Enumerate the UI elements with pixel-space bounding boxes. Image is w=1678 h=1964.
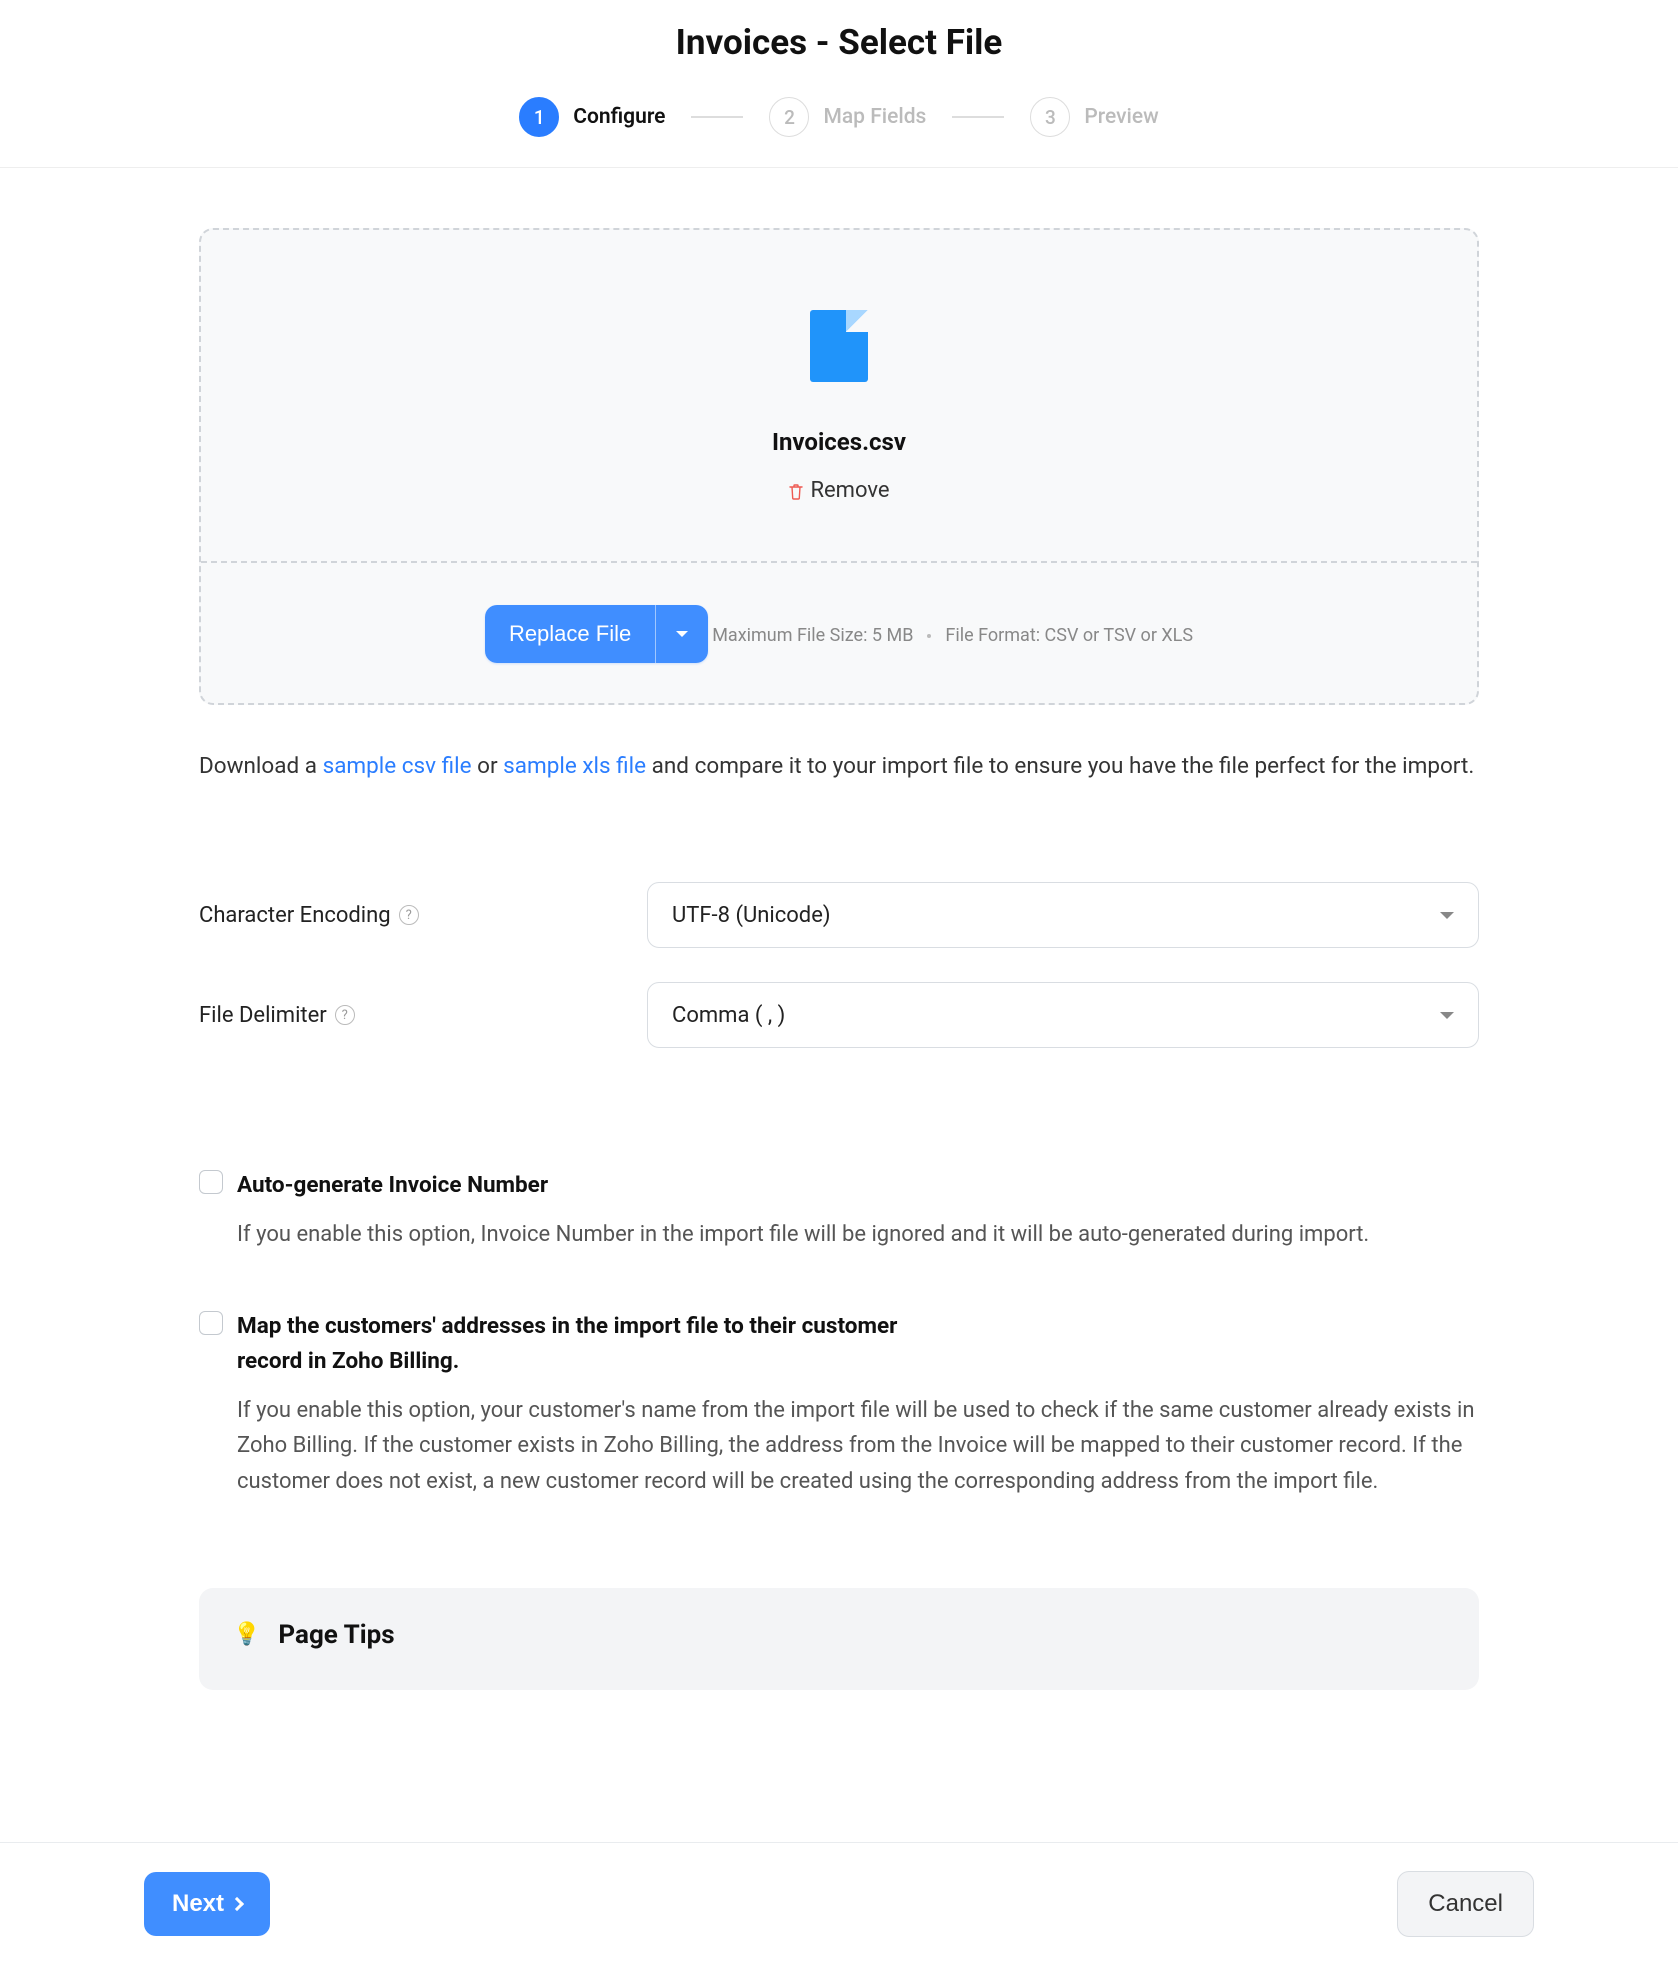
map-address-desc: If you enable this option, your customer… [237, 1393, 1479, 1500]
sample-csv-link[interactable]: sample csv file [323, 753, 472, 779]
character-encoding-label: Character Encoding ? [199, 903, 647, 928]
file-icon [810, 310, 868, 382]
help-icon[interactable]: ? [335, 1005, 355, 1025]
file-dropzone: Invoices.csv Remove Replace File [199, 228, 1479, 705]
step-label: Preview [1084, 105, 1158, 129]
file-delimiter-select[interactable]: Comma ( , ) [647, 982, 1479, 1048]
replace-file-dropdown[interactable] [655, 605, 708, 663]
next-label: Next [172, 1890, 224, 1918]
file-delimiter-label: File Delimiter ? [199, 1003, 647, 1028]
cancel-button[interactable]: Cancel [1397, 1871, 1534, 1937]
remove-file-button[interactable]: Remove [788, 478, 889, 503]
select-value: UTF-8 (Unicode) [672, 903, 831, 928]
step-map-fields: 2 Map Fields [769, 97, 926, 137]
chevron-down-icon [676, 631, 688, 637]
footer-bar: Next Cancel [0, 1842, 1678, 1964]
map-address-label: Map the customers' addresses in the impo… [237, 1309, 957, 1379]
trash-icon [788, 483, 802, 499]
help-icon[interactable]: ? [399, 905, 419, 925]
file-format: File Format: CSV or TSV or XLS [945, 625, 1193, 646]
map-address-checkbox[interactable] [199, 1311, 223, 1335]
sample-xls-link[interactable]: sample xls file [503, 753, 646, 779]
autogen-invoice-desc: If you enable this option, Invoice Numbe… [237, 1217, 1479, 1253]
step-connector [952, 116, 1004, 118]
chevron-down-icon [1440, 912, 1454, 919]
step-label: Map Fields [823, 105, 926, 129]
lightbulb-icon: 💡 [233, 1622, 260, 1647]
step-configure[interactable]: 1 Configure [519, 97, 665, 137]
step-number: 2 [769, 97, 809, 137]
page-title: Invoices - Select File [0, 22, 1678, 63]
download-instruction: Download a sample csv file or sample xls… [199, 747, 1479, 786]
replace-file-button[interactable]: Replace File [485, 605, 655, 663]
instruction-text: or [472, 753, 504, 779]
replace-file-group: Replace File [485, 605, 708, 663]
max-file-size: Maximum File Size: 5 MB [712, 625, 913, 646]
instruction-text: and compare it to your import file to en… [646, 753, 1474, 779]
select-value: Comma ( , ) [672, 1003, 785, 1028]
stepper: 1 Configure 2 Map Fields 3 Preview [0, 97, 1678, 168]
label-text: Character Encoding [199, 903, 391, 928]
autogen-invoice-label: Auto-generate Invoice Number [237, 1168, 548, 1203]
chevron-right-icon [230, 1896, 244, 1910]
character-encoding-select[interactable]: UTF-8 (Unicode) [647, 882, 1479, 948]
page-tips-heading: Page Tips [278, 1620, 394, 1650]
autogen-invoice-checkbox[interactable] [199, 1170, 223, 1194]
file-constraints: Maximum File Size: 5 MB File Format: CSV… [712, 625, 1193, 646]
step-number: 1 [519, 97, 559, 137]
step-connector [691, 116, 743, 118]
step-number: 3 [1030, 97, 1070, 137]
step-label: Configure [573, 105, 665, 129]
step-preview: 3 Preview [1030, 97, 1158, 137]
instruction-text: Download a [199, 753, 323, 779]
label-text: File Delimiter [199, 1003, 327, 1028]
next-button[interactable]: Next [144, 1872, 270, 1936]
uploaded-file-name: Invoices.csv [772, 428, 906, 456]
dot-separator [927, 634, 931, 638]
page-tips-panel: 💡 Page Tips [199, 1588, 1479, 1690]
chevron-down-icon [1440, 1012, 1454, 1019]
remove-label: Remove [810, 478, 889, 503]
